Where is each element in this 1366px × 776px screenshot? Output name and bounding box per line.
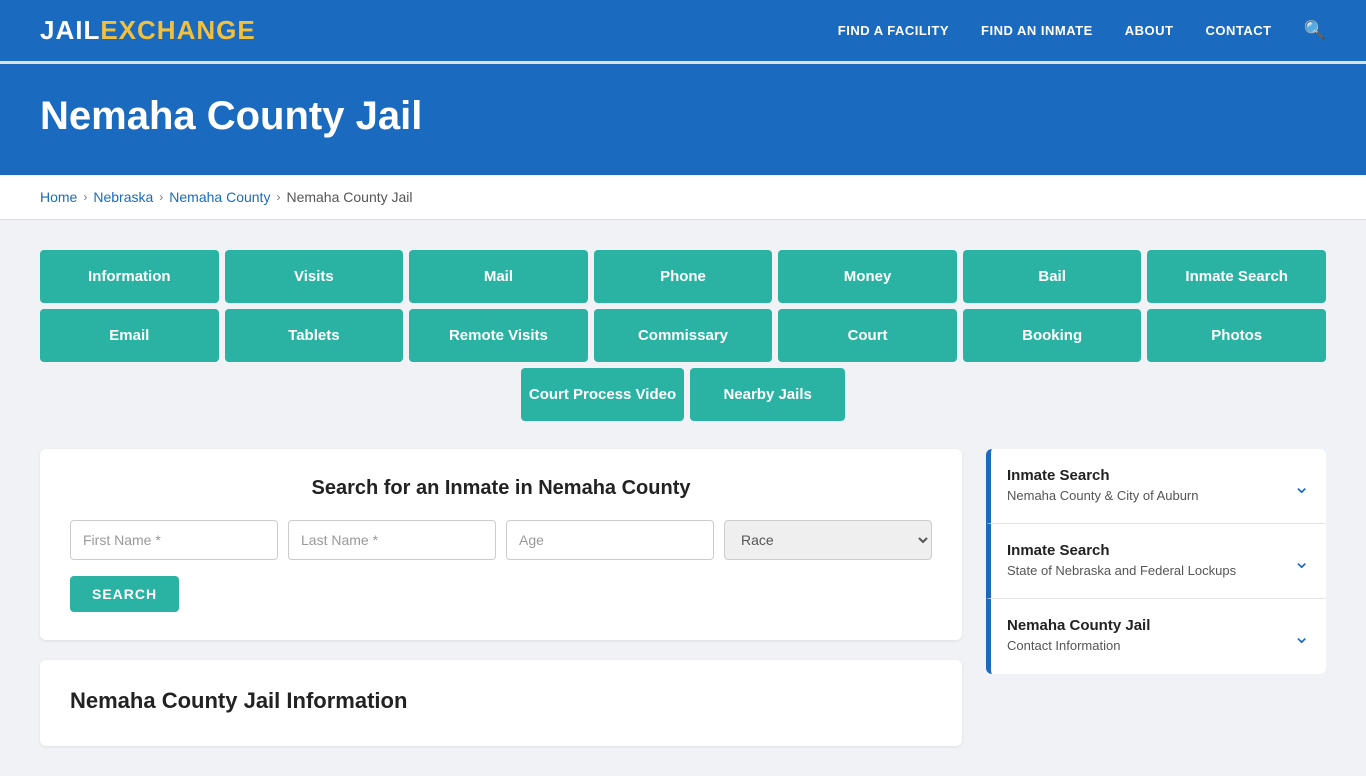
info-section: Nemaha County Jail Information <box>40 660 962 746</box>
first-name-input[interactable] <box>70 520 278 560</box>
chevron-down-icon-3: ⌄ <box>1293 624 1310 649</box>
sidebar-card-3-title: Nemaha County Jail <box>1007 617 1150 634</box>
hero-section: Nemaha County Jail <box>0 64 1366 175</box>
sidebar-card-2-subtitle: State of Nebraska and Federal Lockups <box>1007 562 1236 580</box>
logo-exchange: EXCHANGE <box>100 15 255 46</box>
sidebar-card-1[interactable]: Inmate Search Nemaha County & City of Au… <box>986 449 1326 524</box>
breadcrumb-sep-2: › <box>159 190 163 204</box>
breadcrumb-home[interactable]: Home <box>40 189 77 205</box>
nav-find-inmate[interactable]: FIND AN INMATE <box>981 23 1093 38</box>
breadcrumb-bar: Home › Nebraska › Nemaha County › Nemaha… <box>0 175 1366 220</box>
page-title: Nemaha County Jail <box>40 94 1326 139</box>
btn-bail[interactable]: Bail <box>963 250 1142 303</box>
btn-money[interactable]: Money <box>778 250 957 303</box>
left-panel: Search for an Inmate in Nemaha County Ra… <box>40 449 962 746</box>
chevron-down-icon-1: ⌄ <box>1293 474 1310 499</box>
site-header: JAILEXCHANGE FIND A FACILITY FIND AN INM… <box>0 0 1366 64</box>
nav-about[interactable]: ABOUT <box>1125 23 1174 38</box>
btn-mail[interactable]: Mail <box>409 250 588 303</box>
nav-contact[interactable]: CONTACT <box>1205 23 1271 38</box>
search-icon-button[interactable]: 🔍 <box>1304 20 1326 41</box>
logo[interactable]: JAILEXCHANGE <box>40 15 256 46</box>
chevron-down-icon-2: ⌄ <box>1293 549 1310 574</box>
btn-remote-visits[interactable]: Remote Visits <box>409 309 588 362</box>
btn-booking[interactable]: Booking <box>963 309 1142 362</box>
btn-phone[interactable]: Phone <box>594 250 773 303</box>
breadcrumb-sep-1: › <box>83 190 87 204</box>
btn-information[interactable]: Information <box>40 250 219 303</box>
sidebar-card-2-text: Inmate Search State of Nebraska and Fede… <box>1007 542 1236 580</box>
main-content: Information Visits Mail Phone Money Bail… <box>0 220 1366 776</box>
btn-court-process-video[interactable]: Court Process Video <box>521 368 684 421</box>
btn-photos[interactable]: Photos <box>1147 309 1326 362</box>
nav-find-facility[interactable]: FIND A FACILITY <box>838 23 949 38</box>
btn-email[interactable]: Email <box>40 309 219 362</box>
breadcrumb-nebraska[interactable]: Nebraska <box>93 189 153 205</box>
right-panel: Inmate Search Nemaha County & City of Au… <box>986 449 1326 746</box>
btn-tablets[interactable]: Tablets <box>225 309 404 362</box>
sidebar-card-3-text: Nemaha County Jail Contact Information <box>1007 617 1150 655</box>
race-select[interactable]: Race White Black Hispanic Asian Other <box>724 520 932 560</box>
category-row-1: Information Visits Mail Phone Money Bail… <box>40 250 1326 303</box>
breadcrumb-current: Nemaha County Jail <box>286 189 412 205</box>
info-title: Nemaha County Jail Information <box>70 688 932 714</box>
btn-commissary[interactable]: Commissary <box>594 309 773 362</box>
age-input[interactable] <box>506 520 714 560</box>
search-title: Search for an Inmate in Nemaha County <box>70 477 932 500</box>
category-row-2: Email Tablets Remote Visits Commissary C… <box>40 309 1326 362</box>
sidebar-card-1-text: Inmate Search Nemaha County & City of Au… <box>1007 467 1199 505</box>
btn-inmate-search[interactable]: Inmate Search <box>1147 250 1326 303</box>
btn-visits[interactable]: Visits <box>225 250 404 303</box>
btn-court[interactable]: Court <box>778 309 957 362</box>
sidebar-card-1-title: Inmate Search <box>1007 467 1199 484</box>
sidebar-card-3-subtitle: Contact Information <box>1007 637 1150 655</box>
sidebar-card-2[interactable]: Inmate Search State of Nebraska and Fede… <box>986 524 1326 599</box>
btn-nearby-jails[interactable]: Nearby Jails <box>690 368 845 421</box>
main-nav: FIND A FACILITY FIND AN INMATE ABOUT CON… <box>838 20 1326 41</box>
content-area: Search for an Inmate in Nemaha County Ra… <box>40 449 1326 746</box>
breadcrumb: Home › Nebraska › Nemaha County › Nemaha… <box>40 189 1326 205</box>
search-button[interactable]: SEARCH <box>70 576 179 612</box>
category-row-3: Court Process Video Nearby Jails <box>40 368 1326 421</box>
sidebar-card-2-title: Inmate Search <box>1007 542 1236 559</box>
last-name-input[interactable] <box>288 520 496 560</box>
search-fields: Race White Black Hispanic Asian Other <box>70 520 932 560</box>
breadcrumb-nemaha-county[interactable]: Nemaha County <box>169 189 270 205</box>
inmate-search-box: Search for an Inmate in Nemaha County Ra… <box>40 449 962 640</box>
breadcrumb-sep-3: › <box>276 190 280 204</box>
sidebar-card-1-subtitle: Nemaha County & City of Auburn <box>1007 487 1199 505</box>
sidebar-card-3[interactable]: Nemaha County Jail Contact Information ⌄ <box>986 599 1326 673</box>
logo-jail: JAIL <box>40 15 100 46</box>
